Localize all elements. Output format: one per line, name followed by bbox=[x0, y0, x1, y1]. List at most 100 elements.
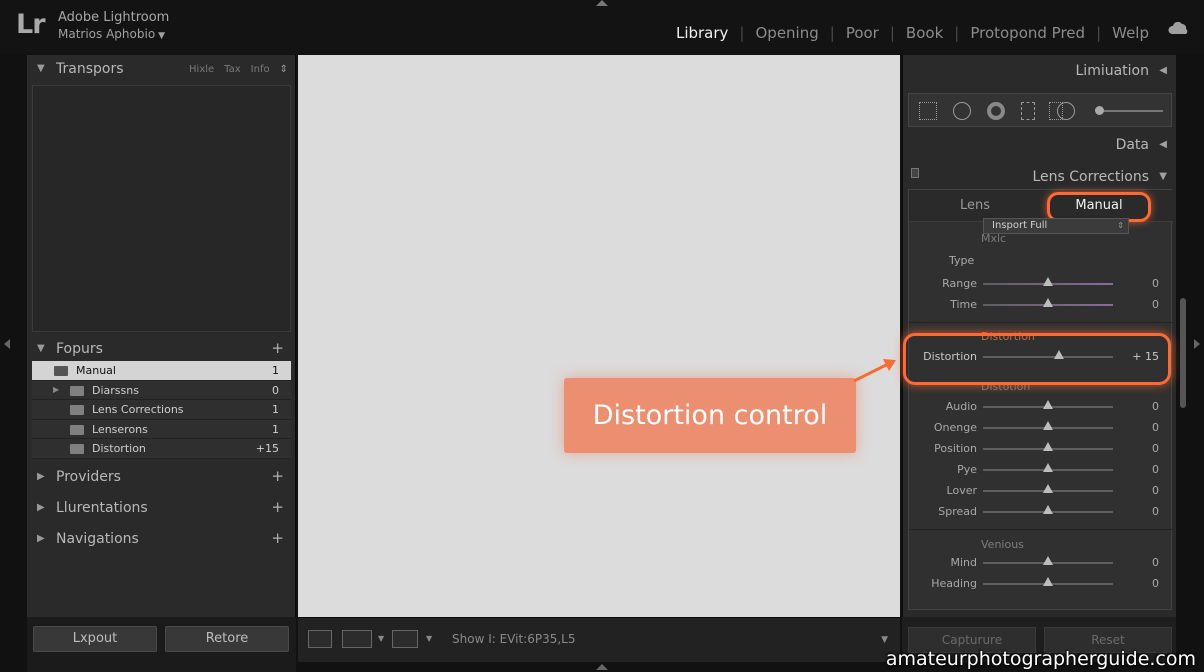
slider-label: Mind bbox=[950, 556, 977, 569]
navigator-preview[interactable] bbox=[32, 85, 291, 332]
catalog-switcher[interactable]: Matrioѕ Aphobio ▼ bbox=[58, 27, 165, 41]
image-canvas[interactable]: Distortion control bbox=[298, 55, 900, 617]
spot-removal-icon[interactable] bbox=[953, 102, 971, 120]
lens-corrections-title: Lens Corrections bbox=[1032, 169, 1149, 185]
bottom-toolbar: ▼ ▼ Show I: EVit:6P35,L5 ▼ bbox=[298, 617, 900, 662]
slider-label: Pye bbox=[957, 463, 977, 476]
module-book[interactable]: Book bbox=[895, 24, 954, 42]
crop-icon[interactable] bbox=[919, 102, 937, 120]
type-select[interactable]: Insport Full ⇕ bbox=[983, 218, 1129, 234]
folders-header[interactable]: ▼ Fopurs + bbox=[27, 335, 296, 363]
folder-icon bbox=[70, 405, 84, 415]
module-opening[interactable]: Opening bbox=[744, 24, 829, 42]
providers-header[interactable]: ▶ Providers + bbox=[27, 463, 296, 491]
slider-knob[interactable] bbox=[1043, 298, 1053, 307]
module-library[interactable]: Library bbox=[665, 24, 739, 42]
folder-count: 1 bbox=[272, 422, 279, 436]
right-panel-scrollbar[interactable] bbox=[1180, 298, 1186, 408]
brush-icon[interactable] bbox=[1057, 102, 1075, 120]
slider-value: 0 bbox=[1152, 577, 1159, 590]
slider-knob[interactable] bbox=[1043, 556, 1053, 565]
toolbar-menu-icon[interactable]: ▼ bbox=[881, 635, 888, 645]
collections-header[interactable]: ▶ Llurentations + bbox=[27, 494, 296, 522]
list-item[interactable]: Lens Corrections 1 bbox=[32, 400, 291, 420]
folder-icon bbox=[70, 424, 84, 435]
lover-slider-row: Lover 0 bbox=[909, 481, 1173, 501]
module-picker: Library | Opening | Poor | Book | Protopond … bbox=[665, 24, 1160, 42]
retore-button[interactable]: Retore bbox=[165, 626, 289, 652]
compare-view-icon[interactable] bbox=[342, 630, 372, 648]
add-navigation-icon[interactable]: + bbox=[271, 529, 284, 547]
list-item[interactable]: Distortion +15 bbox=[32, 439, 291, 459]
add-provider-icon[interactable]: + bbox=[271, 467, 284, 485]
slider-knob[interactable] bbox=[1043, 484, 1053, 493]
slider-value: 0 bbox=[1152, 463, 1159, 476]
folder-name: Distortion bbox=[92, 442, 146, 455]
slider-label: Audio bbox=[945, 400, 977, 413]
slider-knob[interactable] bbox=[1043, 442, 1053, 451]
navigator-title: Transpors bbox=[56, 61, 124, 77]
triangle-left-icon: ◀ bbox=[1159, 139, 1167, 150]
navigations-header[interactable]: ▶ Navigations + bbox=[27, 525, 296, 553]
grid-icon bbox=[70, 444, 84, 454]
slider-label: Position bbox=[934, 442, 977, 455]
nav-option-info[interactable]: Info bbox=[251, 64, 270, 75]
onenge-slider-row: Onenge 0 bbox=[909, 418, 1173, 438]
slider-label: Range bbox=[942, 277, 977, 290]
left-panel-toggle-icon[interactable] bbox=[4, 339, 10, 349]
slider-knob[interactable] bbox=[1043, 277, 1053, 286]
slider-knob[interactable] bbox=[1043, 400, 1053, 409]
top-panel-toggle-icon[interactable] bbox=[596, 0, 608, 6]
list-item[interactable]: Lenserons 1 bbox=[32, 419, 291, 439]
slider-knob[interactable] bbox=[1043, 505, 1053, 514]
navigator-header[interactable]: ▼ Transpors Hixle Tax Info ⇕ bbox=[27, 55, 296, 83]
right-panel-toggle-icon[interactable] bbox=[1194, 339, 1200, 349]
cloud-icon[interactable] bbox=[1168, 22, 1190, 34]
right-panel: Limiuation ◀ Data ◀ Lens Corrections ▼ L… bbox=[902, 55, 1176, 617]
left-panel: ▼ Transpors Hixle Tax Info ⇕ ▼ Fopurs + … bbox=[27, 55, 296, 617]
folder-name: Lens Corrections bbox=[92, 403, 184, 416]
nav-option-tax[interactable]: Tax bbox=[224, 64, 241, 75]
loupe-view-icon[interactable] bbox=[308, 630, 332, 648]
folder-count: 0 bbox=[272, 383, 279, 397]
divider bbox=[909, 529, 1173, 530]
triangle-right-icon: ▶ bbox=[37, 502, 45, 513]
data-header[interactable]: Data ◀ bbox=[903, 131, 1177, 159]
slider-knob[interactable] bbox=[1043, 463, 1053, 472]
triangle-right-icon[interactable]: ▶ bbox=[53, 385, 59, 394]
add-folder-icon[interactable]: + bbox=[271, 339, 284, 357]
graduated-filter-icon[interactable] bbox=[1021, 102, 1035, 120]
slider-value: 0 bbox=[1152, 421, 1159, 434]
folder-icon bbox=[70, 385, 84, 396]
spread-slider-row: Spread 0 bbox=[909, 502, 1173, 522]
slider-knob[interactable] bbox=[1043, 421, 1053, 430]
limitation-header[interactable]: Limiuation ◀ bbox=[903, 57, 1177, 85]
list-item[interactable]: ▶ Diarssns 0 bbox=[32, 380, 291, 400]
folder-name: Diarssns bbox=[92, 383, 139, 397]
module-welp[interactable]: Welp bbox=[1101, 24, 1160, 42]
distortion-highlight bbox=[903, 333, 1171, 385]
module-protopond-pred[interactable]: Protopond Pred bbox=[959, 24, 1096, 42]
survey-view-icon[interactable] bbox=[392, 630, 418, 648]
module-poor[interactable]: Poor bbox=[835, 24, 890, 42]
chevron-down-icon[interactable]: ▼ bbox=[378, 634, 384, 643]
updown-icon[interactable]: ⇕ bbox=[280, 64, 288, 75]
chevron-down-icon: ▼ bbox=[158, 31, 166, 41]
folder-count: 1 bbox=[272, 364, 279, 377]
add-collection-icon[interactable]: + bbox=[271, 498, 284, 516]
data-title: Data bbox=[1115, 137, 1149, 153]
slider-value: 0 bbox=[1152, 484, 1159, 497]
export-button[interactable]: Lxpout bbox=[33, 626, 157, 652]
divider bbox=[909, 322, 1173, 323]
list-item[interactable]: Manual 1 bbox=[32, 361, 291, 381]
slider-knob[interactable] bbox=[1043, 577, 1053, 586]
slider-value: 0 bbox=[1152, 442, 1159, 455]
lens-corrections-header[interactable]: Lens Corrections ▼ bbox=[903, 163, 1177, 191]
folders-title: Fopurs bbox=[56, 341, 103, 357]
bottom-panel-toggle-icon[interactable] bbox=[596, 664, 608, 670]
nav-option-hixle[interactable]: Hixle bbox=[189, 64, 214, 75]
tool-slider-knob[interactable] bbox=[1095, 106, 1104, 115]
tool-strip bbox=[908, 93, 1172, 127]
chevron-down-icon[interactable]: ▼ bbox=[426, 634, 432, 643]
red-eye-icon[interactable] bbox=[987, 102, 1005, 120]
